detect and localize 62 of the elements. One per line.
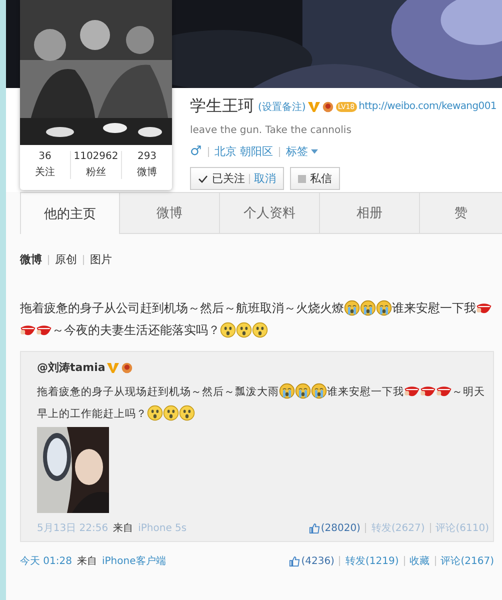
message-button[interactable]: 私信 [290,167,340,190]
crying-face-icon [311,383,327,399]
stat-count[interactable]: 293 [137,151,157,162]
thumbs-up-icon [308,522,320,534]
verified-v-icon [107,362,120,374]
thumbs-up-icon [289,556,300,566]
following-label: 已关注 [212,171,245,186]
set-remark-link[interactable]: (设置备注) [258,100,306,114]
post-text: 拖着疲惫的身子从现场赶到机场～然后～瓢泼大雨 [37,386,279,398]
location-link[interactable]: 北京 朝阳区 [214,144,274,159]
tags-link[interactable]: 标签 [286,144,308,159]
checkmark-icon [198,174,208,182]
crying-face-icon [344,300,360,316]
surprised-face-icon [179,405,195,421]
source-link[interactable]: iPhone客户端 [102,554,166,568]
like-button[interactable]: (28020) [308,522,360,534]
filter-tab[interactable]: 原创 [55,252,77,267]
post-text: ～今夜的夫妻生活还能落实吗？ [52,323,220,337]
post-text: 谁来安慰一下我 [392,301,476,315]
stat-label[interactable]: 粉丝 [86,165,106,179]
repost-link[interactable]: 转发(1219) [345,554,399,568]
surprised-face-icon [252,322,268,338]
post-text: 早上的工作能赶上吗？ [37,408,147,420]
checkbox-icon [298,174,306,182]
crying-face-icon [376,300,392,316]
stat-label[interactable]: 微博 [137,165,157,179]
crying-face-icon [360,300,376,316]
crying-face-icon [295,383,311,399]
profile-tab[interactable]: 他的主页 [20,192,120,234]
favorite-link[interactable]: 收藏 [410,554,430,568]
source-prefix: 来自 [113,522,134,535]
gender-symbol: ♂ [190,145,202,158]
surprised-face-icon [236,322,252,338]
crying-face-icon [279,383,295,399]
stat-label[interactable]: 关注 [35,165,55,179]
author-link[interactable]: @刘涛tamia [37,360,106,375]
filter-tab[interactable]: 微博 [20,252,42,267]
post-text: ～明天 [452,386,485,398]
member-icon [322,100,334,112]
profile-tab[interactable]: 个人资料 [220,192,320,233]
unfollow-link[interactable]: 取消 [254,171,276,186]
post-time[interactable]: 今天 01:28 [20,554,72,568]
caret-icon [311,149,318,154]
surprised-face-icon [220,322,236,338]
filter-tab[interactable]: 图片 [90,252,112,267]
source-prefix: 来自 [77,554,97,568]
comment-link[interactable]: 评论(2167) [440,554,494,568]
homepage-link[interactable]: http://weibo.com/kewang001 [358,101,496,112]
member-icon [121,362,134,374]
like-button[interactable]: (4236) [289,556,334,566]
post-text: 拖着疲惫的身子从公司赶到机场～然后～航班取消～火烧火燎 [20,301,344,315]
surprised-face-icon [163,405,179,421]
profile-tab[interactable]: 赞 [420,192,502,233]
stat-count[interactable]: 1102962 [74,151,118,162]
verified-v-icon [308,100,320,112]
stat-count[interactable]: 36 [38,151,52,162]
profile-tab[interactable]: 微博 [120,192,220,233]
surprised-face-icon [147,405,163,421]
user-name: 学生王珂 [190,96,254,117]
bio-text: leave the gun. Take the cannolis [190,125,352,136]
post-text: 谁来安慰一下我 [327,386,404,398]
profile-tab[interactable]: 相册 [320,192,420,233]
